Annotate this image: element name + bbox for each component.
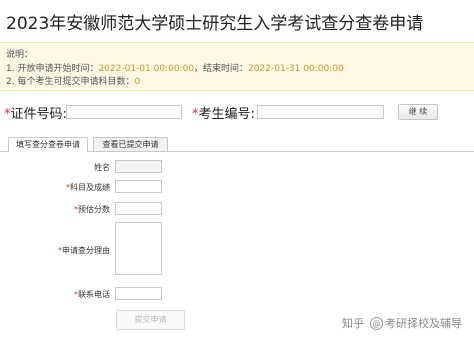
notice-start-label: 1. 开放申请开始时间： [6, 64, 99, 74]
watermark-author: 考研择校及辅导 [385, 317, 462, 330]
phone-label-text: 联系电话 [78, 290, 110, 299]
exam-number-label: *考生编号: [192, 103, 255, 122]
notice-count-label: 2. 每个考生可提交申请科目数： [6, 77, 135, 87]
reason-textarea[interactable] [115, 222, 162, 275]
search-row: *证件号码: *考生编号: 继 续 [0, 103, 474, 123]
expected-score-label-text: 预估分数 [78, 205, 110, 214]
subject-label: *科目及成绩 [0, 182, 110, 193]
subject-select[interactable] [115, 180, 162, 193]
id-number-label: *证件号码: [4, 103, 67, 122]
exam-number-label-text: 考生编号: [198, 107, 255, 122]
notice-line-2: 2. 每个考生可提交申请科目数：0 [6, 76, 140, 88]
name-label: 姓名 [94, 163, 110, 172]
name-field [115, 160, 162, 173]
tab-fill-application[interactable]: 填写查分查卷申请 [8, 137, 88, 152]
continue-button[interactable]: 继 续 [398, 104, 438, 120]
page-title: 2023年安徽师范大学硕士研究生入学考试查分查卷申请 [6, 14, 424, 34]
id-number-label-text: 证件号码: [10, 107, 67, 122]
watermark: 知乎 @ 考研择校及辅导 [342, 315, 462, 331]
id-number-input[interactable] [66, 105, 182, 119]
tab-view-submitted[interactable]: 查看已提交申请 [93, 137, 168, 151]
at-icon: @ [370, 316, 383, 330]
notice-line-1: 1. 开放申请开始时间：2022-01-01 00:00:00，结束时间：202… [6, 63, 344, 75]
reason-label: *申请查分理由 [0, 245, 110, 256]
exam-number-input[interactable] [257, 105, 384, 119]
notice-start-time: 2022-01-01 00:00:00 [98, 64, 195, 74]
phone-label: *联系电话 [0, 289, 110, 300]
submit-button[interactable]: 提交申请 [116, 310, 185, 330]
notice-panel: 说明： 1. 开放申请开始时间：2022-01-01 00:00:00，结束时间… [0, 42, 474, 91]
watermark-brand: 知乎 [342, 317, 364, 330]
subject-label-text: 科目及成绩 [70, 183, 110, 192]
reason-label-text: 申请查分理由 [62, 246, 110, 255]
notice-heading: 说明： [6, 50, 34, 60]
tab-bar: 填写查分查卷申请 查看已提交申请 [0, 137, 474, 152]
expected-score-input[interactable] [115, 202, 162, 215]
phone-input[interactable] [115, 287, 162, 300]
notice-end-label: ，结束时间： [194, 64, 249, 74]
notice-subject-count: 0 [134, 77, 141, 87]
expected-score-label: *预估分数 [0, 204, 110, 215]
notice-end-time: 2022-01-31 00:00:00 [248, 64, 344, 74]
